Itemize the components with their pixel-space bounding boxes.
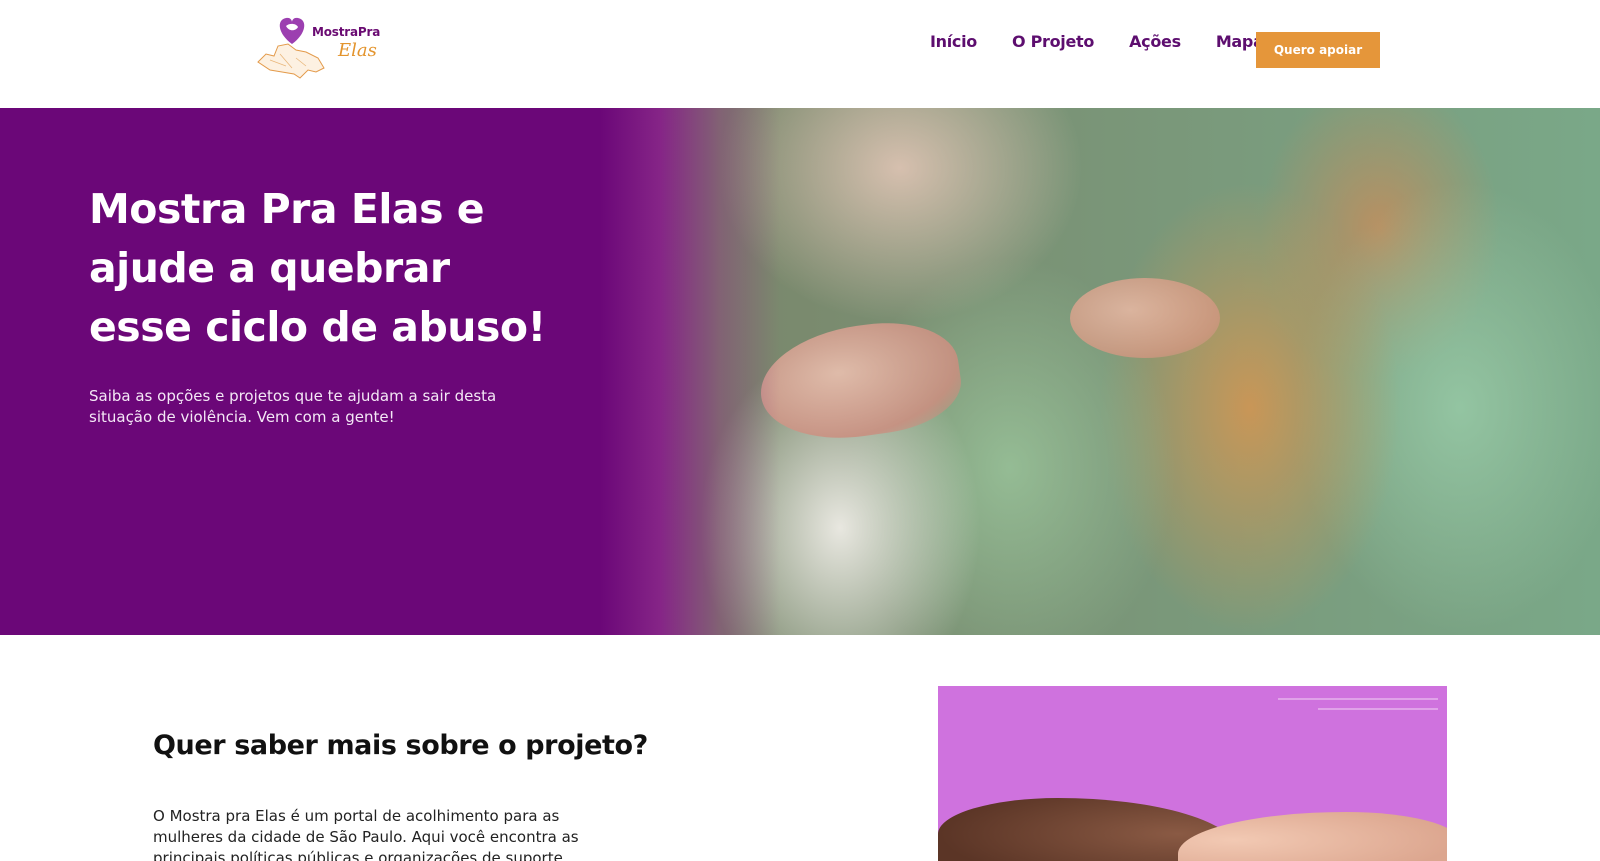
about-section-title: Quer saber mais sobre o projeto? <box>153 730 648 761</box>
main-nav: Início O Projeto Ações Mapa <box>930 32 1299 51</box>
image-texture-streak <box>1278 698 1438 700</box>
nav-link-inicio[interactable]: Início <box>930 32 977 51</box>
holding-hands-image <box>938 686 1447 861</box>
logo-text-primary: MostraPra <box>312 25 381 39</box>
site-header: MostraPra Elas Início O Projeto Ações Ma… <box>0 0 1600 108</box>
image-texture-streak <box>1318 708 1438 710</box>
hero-banner: Mostra Pra Elas e ajude a quebrar esse c… <box>0 108 1600 635</box>
hero-title: Mostra Pra Elas e ajude a quebrar esse c… <box>89 185 546 351</box>
hero-subtitle: Saiba as opções e projetos que te ajudam… <box>89 387 497 426</box>
site-logo[interactable]: MostraPra Elas <box>256 14 380 84</box>
quero-apoiar-button[interactable]: Quero apoiar <box>1256 32 1380 68</box>
logo-text-secondary: Elas <box>338 40 377 61</box>
nav-link-acoes[interactable]: Ações <box>1129 32 1181 51</box>
nav-link-o-projeto[interactable]: O Projeto <box>1012 32 1094 51</box>
image-arm-right <box>1178 812 1447 861</box>
about-section-text: O Mostra pra Elas é um portal de acolhim… <box>153 807 579 861</box>
